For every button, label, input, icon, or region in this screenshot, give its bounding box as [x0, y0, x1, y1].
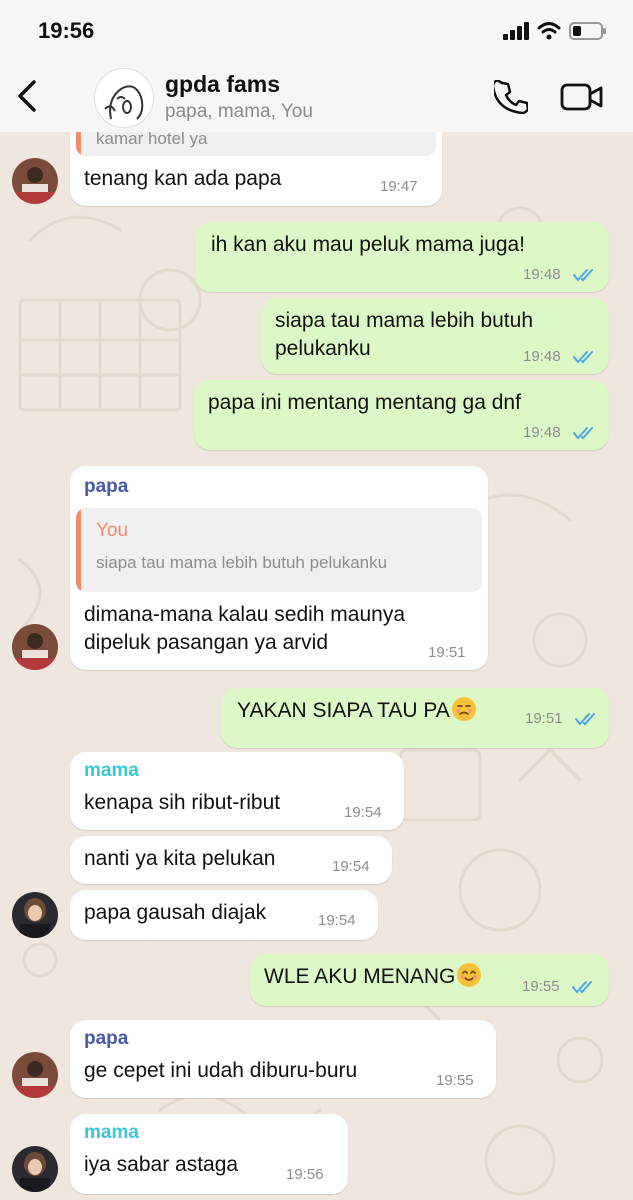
message-text-line: dipeluk pasangan ya arvid: [84, 631, 329, 654]
status-time: 19:56: [38, 18, 95, 43]
read-ticks-icon: [575, 713, 595, 726]
avatar-papa[interactable]: [12, 624, 58, 670]
message-time: 19:47: [380, 178, 418, 195]
message-time: 19:48: [523, 424, 561, 441]
sender-name[interactable]: mama: [84, 760, 139, 782]
status-bar: 19:56: [0, 0, 633, 60]
message-bubble[interactable]: siapa tau mama lebih butuh pelukanku 19:…: [261, 298, 609, 374]
message-bubble[interactable]: ih kan aku mau peluk mama juga! 19:48: [195, 222, 609, 292]
read-ticks-icon: [573, 269, 593, 282]
message-bubble[interactable]: papa ini mentang mentang ga dnf 19:48: [194, 380, 609, 450]
read-ticks-icon: [572, 981, 592, 994]
message-bubble[interactable]: WLE AKU MENANG 19:55: [250, 954, 609, 1006]
message-time: 19:51: [525, 710, 563, 727]
avatar-papa[interactable]: [12, 158, 58, 204]
message-time: 19:55: [436, 1072, 474, 1089]
phone-icon[interactable]: [494, 80, 528, 114]
message-text-line: siapa tau mama lebih butuh: [275, 309, 533, 332]
avatar-mama[interactable]: [12, 892, 58, 938]
message-text: papa gausah diajak: [84, 901, 267, 924]
message-text: iya sabar astaga: [84, 1153, 239, 1176]
group-name[interactable]: gpda fams: [165, 71, 280, 98]
message-time: 19:56: [286, 1166, 324, 1183]
wifi-icon: [537, 22, 561, 40]
message-text: ge cepet ini udah diburu-buru: [84, 1059, 358, 1082]
signal-icon: [503, 22, 529, 40]
message-bubble[interactable]: papa gausah diajak 19:54: [70, 890, 378, 940]
read-ticks-icon: [573, 427, 593, 440]
message-text: YAKAN SIAPA TAU PA: [237, 699, 450, 722]
quoted-text: siapa tau mama lebih butuh pelukanku: [96, 553, 388, 572]
read-ticks-icon: [573, 351, 593, 364]
message-time: 19:48: [523, 348, 561, 365]
message-time: 19:54: [332, 858, 370, 875]
message-text: tenang kan ada papa: [84, 167, 282, 190]
group-members: papa, mama, You: [165, 101, 313, 122]
message-text-line: pelukanku: [275, 337, 371, 360]
chat-header: gpda fams papa, mama, You: [0, 60, 633, 132]
avatar-papa[interactable]: [12, 1052, 58, 1098]
message-bubble[interactable]: mama iya sabar astaga 19:56: [70, 1114, 348, 1194]
message-time: 19:55: [522, 978, 560, 995]
battery-icon: [569, 22, 606, 40]
message-bubble[interactable]: papa ge cepet ini udah diburu-buru 19:55: [70, 1020, 496, 1098]
group-avatar[interactable]: [94, 68, 154, 128]
message-bubble[interactable]: nanti ya kita pelukan 19:54: [70, 836, 392, 884]
avatar-mama[interactable]: [12, 1146, 58, 1192]
message-time: 19:54: [318, 912, 356, 929]
message-bubble[interactable]: YAKAN SIAPA TAU PA 19:51: [221, 688, 609, 748]
message-time: 19:54: [344, 804, 382, 821]
message-bubble[interactable]: mama kenapa sih ribut-ribut 19:54: [70, 752, 404, 830]
smiling-face-icon: [457, 963, 482, 987]
message-time: 19:48: [523, 266, 561, 283]
quoted-author: You: [96, 520, 129, 541]
sender-name[interactable]: papa: [84, 1028, 128, 1050]
sender-name[interactable]: papa: [84, 476, 128, 498]
message-text: nanti ya kita pelukan: [84, 847, 276, 870]
quoted-message[interactable]: You siapa tau mama lebih butuh pelukanku: [76, 508, 482, 592]
back-chevron-icon[interactable]: [12, 78, 42, 114]
message-text-line: dimana-mana kalau sedih maunya: [84, 603, 406, 626]
video-call-icon[interactable]: [560, 82, 604, 112]
message-text: kenapa sih ribut-ribut: [84, 791, 281, 814]
unamused-face-icon: [451, 697, 476, 721]
message-bubble[interactable]: papa You siapa tau mama lebih butuh pelu…: [70, 466, 488, 670]
message-text: WLE AKU MENANG: [264, 965, 456, 988]
message-text: papa ini mentang mentang ga dnf: [208, 391, 521, 414]
sender-name[interactable]: mama: [84, 1122, 139, 1144]
message-time: 19:51: [428, 644, 466, 661]
message-text: ih kan aku mau peluk mama juga!: [211, 233, 526, 256]
